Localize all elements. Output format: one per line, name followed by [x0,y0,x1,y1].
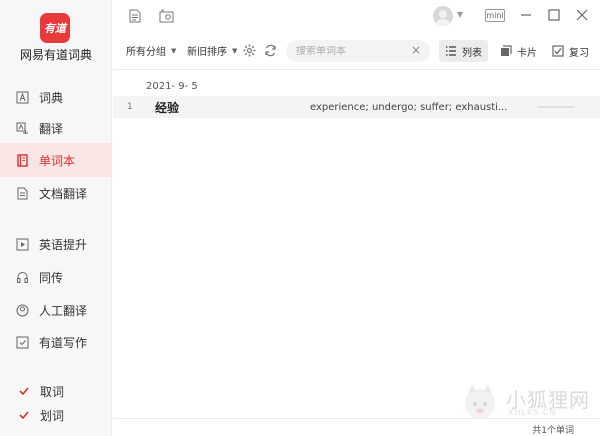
card-view-label: 卡片 [517,47,537,59]
writing-icon [16,336,29,349]
list-icon [445,45,457,57]
sidebar-item-label: 英语提升 [39,237,88,252]
wordbook-icon [16,153,29,167]
caret-down-icon: ▼ [171,46,177,55]
sidebar-item-wordbook[interactable]: 单词本 [0,143,112,177]
fox-logo-icon [465,384,495,419]
caret-down-icon: ▼ [232,46,238,55]
review-label: 复习 [569,47,589,59]
dictionary-icon [16,91,29,104]
document-icon [16,187,29,200]
sidebar-item-label: 人工翻译 [39,303,88,318]
sidebar-item-dictionary[interactable]: 词典 [0,80,112,114]
sidebar-item-document-translate[interactable]: 文档翻译 [0,176,112,210]
play-icon [16,238,29,251]
settings-gear-icon[interactable] [242,43,256,57]
sort-dropdown[interactable]: 新旧排序 ▼ [187,43,238,59]
translate-icon [16,122,29,135]
review-check-icon [552,45,564,57]
toggle-select-word[interactable]: 划词 [0,404,112,426]
word-row[interactable]: 1 经验 experience; undergo; suffer; exhaus… [113,96,600,118]
sidebar-item-label: 文档翻译 [39,186,88,201]
sidebar-item-youdao-writing[interactable]: 有道写作 [0,325,112,359]
sidebar-item-interpret[interactable]: 同传 [0,260,112,294]
search-box[interactable]: × [286,40,430,62]
toolbar-divider [113,69,600,70]
person-icon [16,304,29,317]
sidebar: 有道 网易有道词典 词典 翻译 单词本 文档翻译 英语提升 同传 人工翻译 有道… [0,0,112,436]
toggle-label: 划词 [40,408,65,423]
search-input[interactable] [296,45,406,57]
sidebar-item-label: 翻译 [39,121,64,136]
row-definition: experience; undergo; suffer; exhausti... [310,101,508,113]
toggle-label: 取词 [40,384,65,399]
close-icon[interactable] [574,7,590,23]
sidebar-item-label: 词典 [39,90,64,105]
clear-icon[interactable]: × [410,44,422,56]
screenshot-icon[interactable] [158,8,174,24]
sort-dropdown-label: 新旧排序 [187,47,227,58]
group-dropdown-label: 所有分组 [126,47,166,58]
sidebar-item-label: 同传 [39,270,64,285]
row-index: 1 [127,102,133,112]
chevron-down-icon[interactable]: ▼ [457,10,463,19]
card-icon [500,45,512,57]
sync-icon[interactable] [263,43,277,57]
date-group-label: 2021- 9- 5 [146,81,198,92]
card-view-button[interactable]: 卡片 [494,40,543,62]
sidebar-item-label: 单词本 [39,153,76,168]
sidebar-item-human-translate[interactable]: 人工翻译 [0,293,112,327]
sidebar-item-translate[interactable]: 翻译 [0,111,112,145]
sidebar-item-label: 有道写作 [39,335,88,350]
user-avatar[interactable] [433,6,453,26]
watermark: 小狐狸网 XHLKS.CN [458,382,598,422]
checkbox-checked-icon[interactable] [18,409,30,421]
group-dropdown[interactable]: 所有分组 ▼ [126,43,177,59]
mini-mode-button[interactable]: mini [485,9,505,22]
row-word[interactable]: 经验 [155,99,179,116]
app-logo[interactable]: 有道 [40,13,70,43]
toggle-capture-word[interactable]: 取词 [0,380,112,402]
maximize-icon[interactable] [546,7,562,23]
list-view-button[interactable]: 列表 [439,40,488,62]
memory-progress-bar [537,106,575,108]
checkbox-checked-icon[interactable] [18,385,30,397]
sidebar-item-english-improve[interactable]: 英语提升 [0,227,112,261]
notes-icon[interactable] [127,8,143,24]
minimize-icon[interactable] [518,7,534,23]
app-name: 网易有道词典 [19,48,92,62]
word-count: 共1个单词 [532,426,574,436]
review-button[interactable]: 复习 [546,40,595,62]
headset-icon [16,271,29,284]
watermark-url: XHLKS.CN [508,408,557,417]
list-view-label: 列表 [462,47,482,59]
